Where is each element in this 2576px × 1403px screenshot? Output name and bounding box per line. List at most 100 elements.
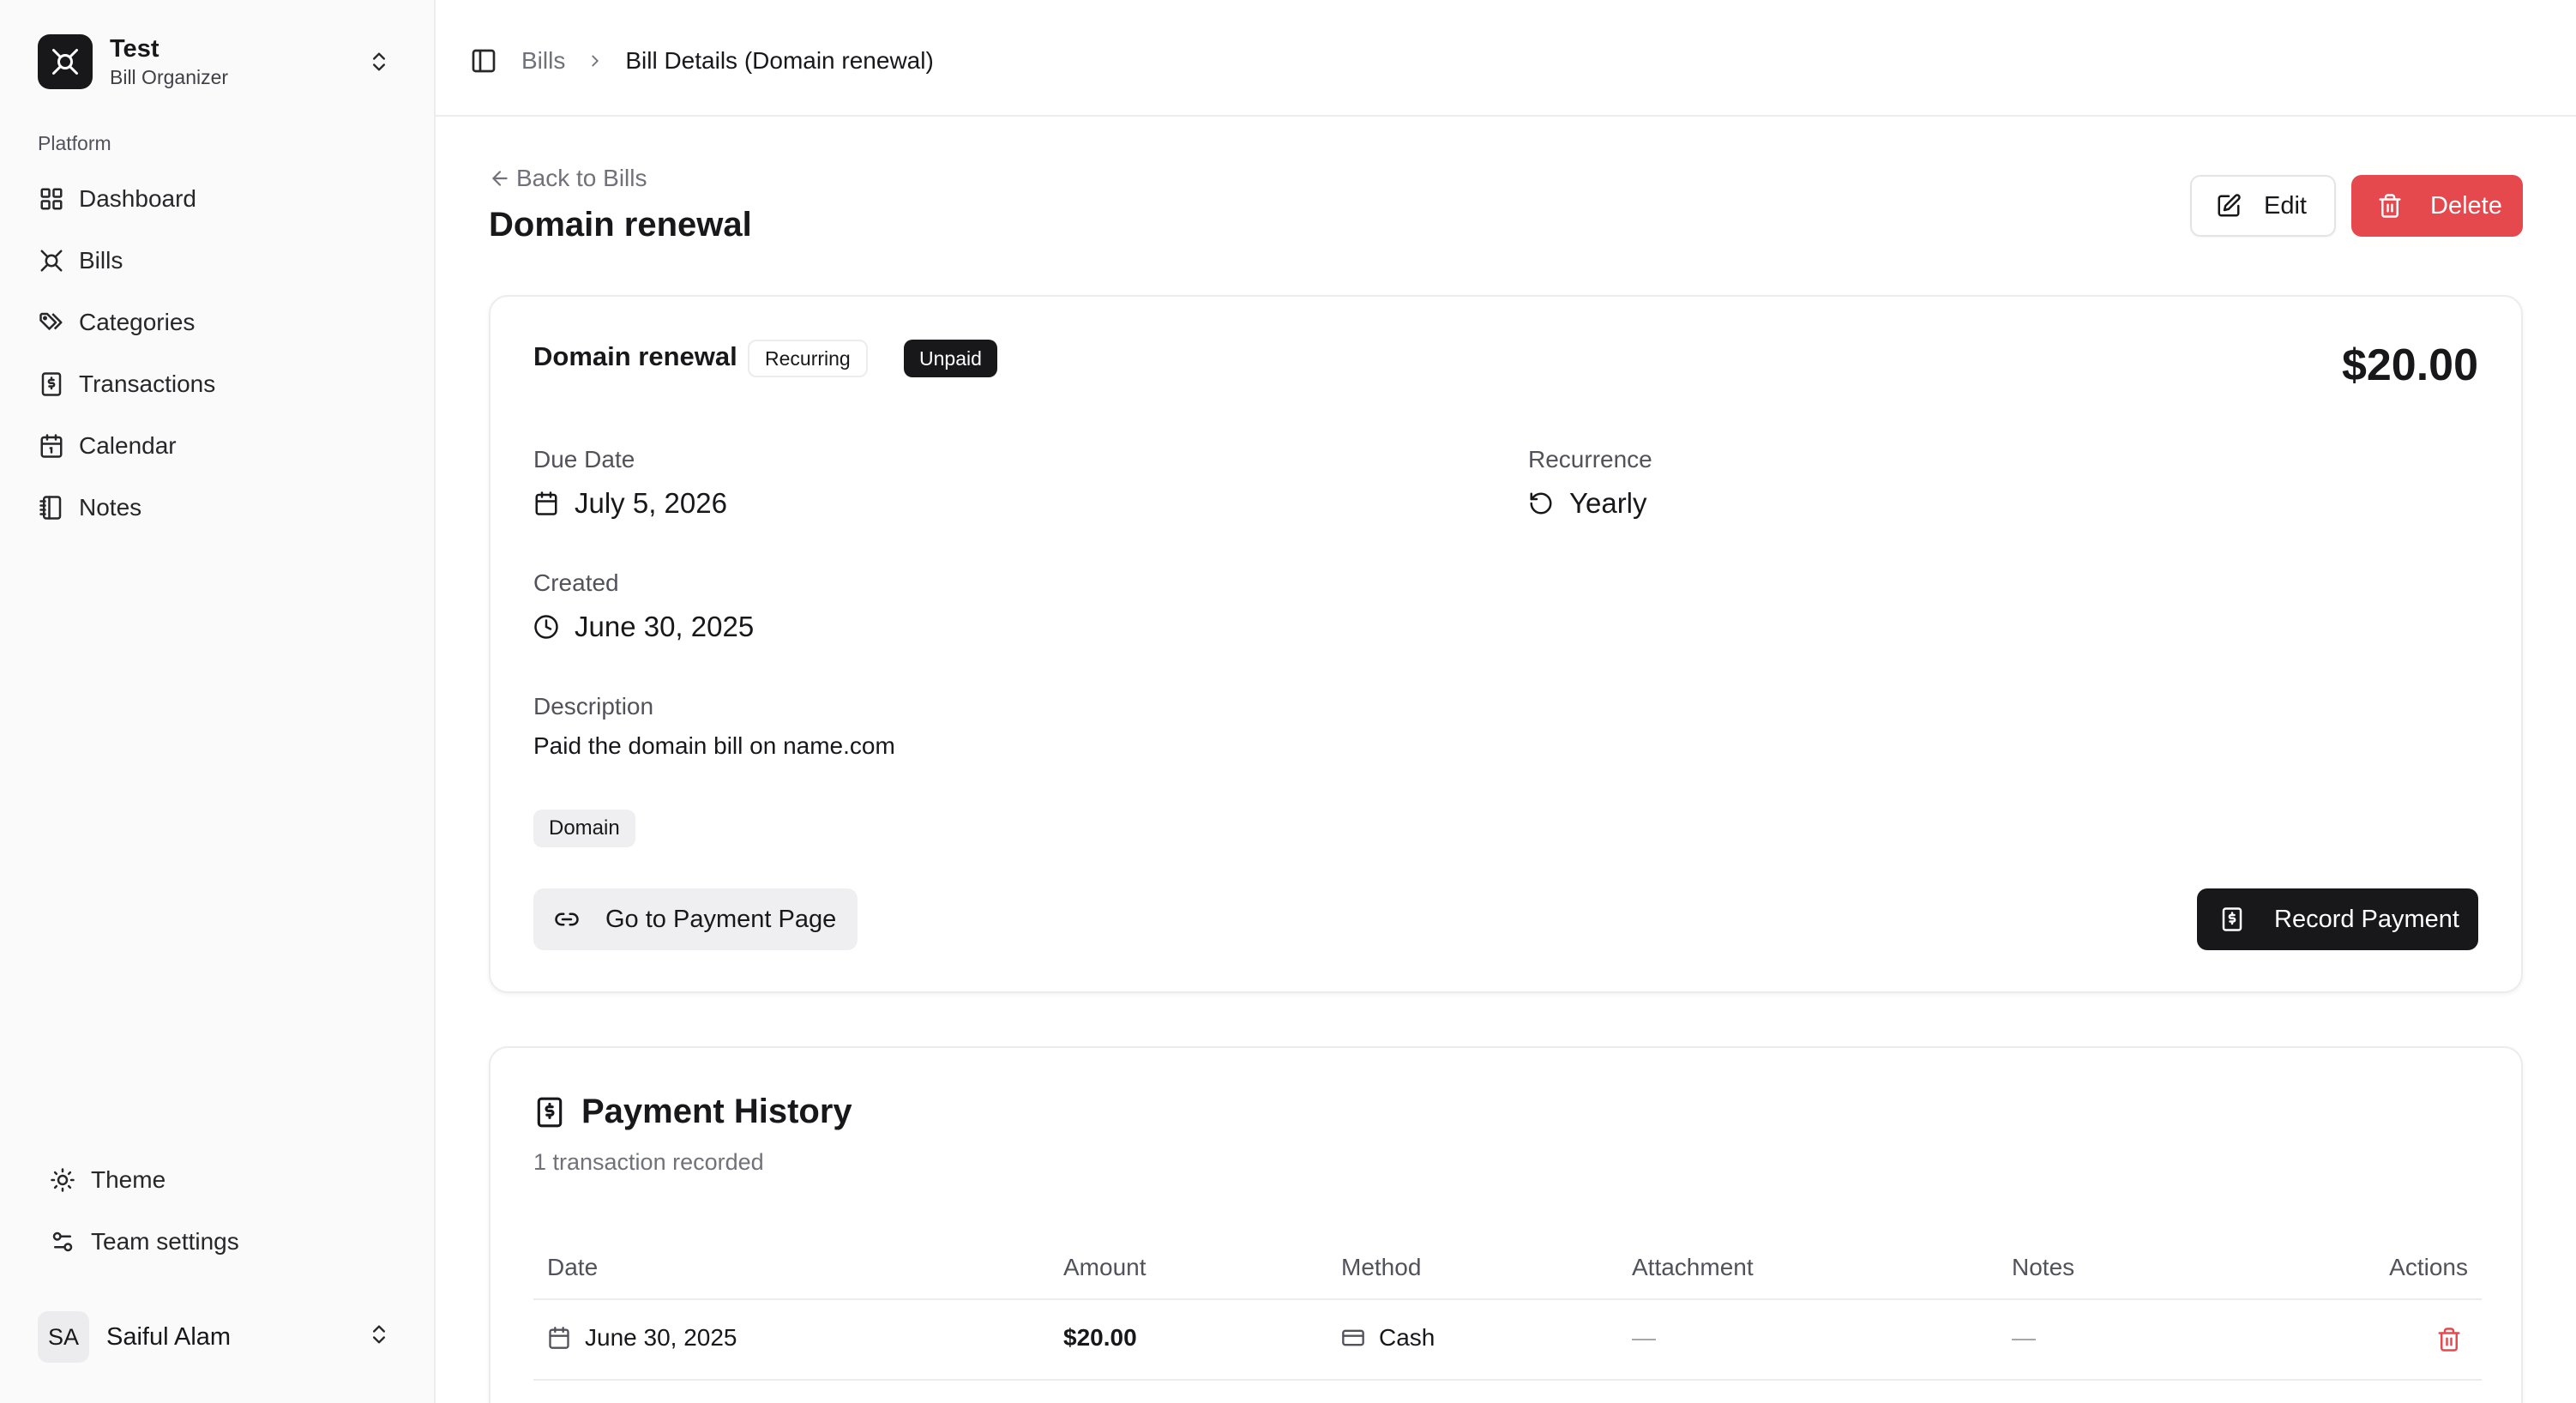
- record-payment-label: Record Payment: [2274, 905, 2459, 933]
- breadcrumb-current: Bill Details (Domain renewal): [625, 47, 934, 74]
- row-date-text: June 30, 2025: [585, 1324, 737, 1351]
- column-header-attachment: Attachment: [1632, 1254, 1754, 1280]
- link-icon: [555, 912, 579, 926]
- due-date-text: July 5, 2026: [575, 487, 727, 519]
- user-switcher[interactable]: SA Saiful Alam: [22, 1304, 406, 1370]
- bill-amount: $20.00: [2341, 340, 2478, 390]
- category-tag: Domain: [533, 810, 635, 847]
- created-text: June 30, 2025: [575, 611, 755, 642]
- team-logo: [38, 34, 93, 89]
- column-header-amount: Amount: [1063, 1254, 1147, 1280]
- go-to-payment-page-button[interactable]: Go to Payment Page: [533, 888, 858, 950]
- sidebar-item-transactions[interactable]: Transactions: [22, 353, 413, 415]
- breadcrumb-bills[interactable]: Bills: [521, 47, 565, 75]
- row-method-text: Cash: [1379, 1324, 1435, 1351]
- sidebar-item-bills[interactable]: Bills: [22, 230, 413, 292]
- chevrons-up-down-icon: [367, 1322, 391, 1346]
- status-badge: Unpaid: [904, 340, 997, 377]
- recurrence-label: Recurrence: [1528, 446, 1652, 473]
- rotate-ccw-icon: [1530, 492, 1552, 515]
- sidebar-item-label: Transactions: [79, 370, 216, 397]
- team-settings-button[interactable]: Team settings: [38, 1211, 406, 1273]
- payment-history-heading: Payment History: [581, 1093, 852, 1130]
- description-label: Description: [533, 693, 654, 720]
- page-title: Domain renewal: [489, 206, 752, 244]
- chevrons-up-down-icon: [367, 50, 391, 74]
- record-payment-button[interactable]: Record Payment: [2197, 888, 2478, 950]
- edit-button[interactable]: Edit: [2190, 175, 2336, 237]
- sidebar-item-calendar[interactable]: Calendar: [22, 415, 413, 477]
- user-name: Saiful Alam: [106, 1322, 232, 1351]
- table-header: Date Amount Method Attachment Notes Acti…: [533, 1237, 2482, 1300]
- trash-icon: [2379, 194, 2401, 218]
- topbar: Bills Bill Details (Domain renewal): [436, 7, 2576, 117]
- column-header-date: Date: [547, 1254, 599, 1280]
- theme-label: Theme: [91, 1166, 166, 1193]
- arrow-left-icon: [491, 171, 508, 186]
- description-text: Paid the domain bill on name.com: [533, 732, 895, 759]
- edit-icon: [2218, 194, 2241, 217]
- sun-icon: [50, 1167, 75, 1193]
- clock-icon: [534, 615, 558, 639]
- row-date: June 30, 2025: [547, 1324, 737, 1352]
- sidebar-nav: Dashboard Bills Categories Transactions: [22, 168, 413, 539]
- bills-icon: [52, 49, 78, 75]
- settings-sliders-icon: [50, 1229, 75, 1255]
- back-to-bills-link[interactable]: Back to Bills: [489, 165, 647, 192]
- edit-label: Edit: [2264, 191, 2307, 220]
- app: Test Bill Organizer Platform Dashboard B…: [0, 0, 2576, 1403]
- sidebar-item-label: Categories: [79, 309, 196, 335]
- payment-history-subtitle: 1 transaction recorded: [533, 1149, 764, 1175]
- delete-button[interactable]: Delete: [2351, 175, 2523, 237]
- table-row: June 30, 2025 $20.00 Cash — —: [533, 1300, 2482, 1381]
- chevron-right-icon: [586, 51, 605, 70]
- row-notes: —: [2012, 1324, 2036, 1351]
- bills-icon: [38, 247, 65, 274]
- due-date-value: July 5, 2026: [533, 487, 727, 520]
- tags-icon: [38, 309, 65, 336]
- bill-name: Domain renewal: [533, 341, 737, 371]
- sidebar: Test Bill Organizer Platform Dashboard B…: [0, 0, 436, 1403]
- column-header-method: Method: [1341, 1254, 1422, 1280]
- receipt-icon: [2222, 907, 2242, 931]
- row-attachment: —: [1632, 1324, 1656, 1351]
- nav-group-label: Platform: [38, 132, 111, 154]
- calendar-icon: [535, 491, 557, 515]
- calendar-icon: [38, 432, 65, 460]
- sidebar-item-label: Dashboard: [79, 185, 196, 212]
- created-value: June 30, 2025: [533, 611, 754, 643]
- sidebar-item-dashboard[interactable]: Dashboard: [22, 168, 413, 230]
- payment-history-title: Payment History: [533, 1093, 852, 1131]
- row-method: Cash: [1341, 1324, 1435, 1352]
- delete-label: Delete: [2430, 191, 2502, 220]
- theme-button[interactable]: Theme: [38, 1149, 406, 1211]
- team-subtitle: Bill Organizer: [110, 66, 229, 88]
- due-date-label: Due Date: [533, 446, 635, 473]
- sidebar-item-categories[interactable]: Categories: [22, 292, 413, 353]
- sidebar-toggle-icon[interactable]: [468, 45, 499, 76]
- sidebar-item-notes[interactable]: Notes: [22, 477, 413, 539]
- trash-icon: [2438, 1328, 2460, 1352]
- sidebar-item-label: Calendar: [79, 432, 177, 459]
- delete-payment-button[interactable]: [2432, 1322, 2466, 1357]
- avatar: SA: [38, 1311, 89, 1363]
- recurrence-value: Yearly: [1528, 487, 1647, 520]
- receipt-icon: [537, 1097, 563, 1127]
- sidebar-item-label: Bills: [79, 247, 123, 274]
- credit-card-icon: [1342, 1329, 1364, 1346]
- notebook-icon: [38, 494, 65, 521]
- receipt-icon: [38, 370, 65, 398]
- payment-page-label: Go to Payment Page: [605, 905, 837, 933]
- team-text: Test Bill Organizer: [110, 33, 228, 90]
- sidebar-item-label: Notes: [79, 494, 142, 521]
- payment-history-card: Payment History 1 transaction recorded D…: [489, 1046, 2523, 1403]
- team-switcher[interactable]: Test Bill Organizer: [22, 19, 406, 105]
- team-name: Test: [110, 35, 159, 63]
- main-content: Bills Bill Details (Domain renewal) Back…: [436, 0, 2576, 1403]
- bill-details-card: Domain renewal Recurring Unpaid $20.00 D…: [489, 295, 2523, 993]
- column-header-actions: Actions: [2389, 1254, 2468, 1280]
- layout-grid-icon: [38, 185, 65, 213]
- team-settings-label: Team settings: [91, 1228, 239, 1255]
- column-header-notes: Notes: [2012, 1254, 2075, 1280]
- calendar-icon: [549, 1327, 569, 1349]
